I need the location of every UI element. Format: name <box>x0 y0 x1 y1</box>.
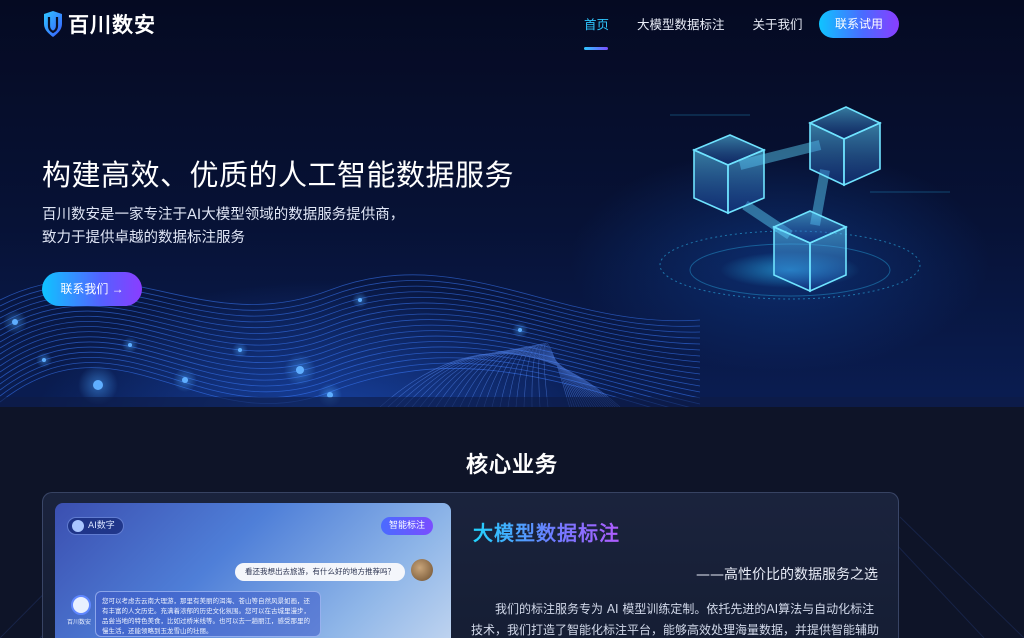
user-avatar <box>411 559 433 581</box>
glow-halo <box>284 354 316 386</box>
glow-halo <box>122 337 138 353</box>
section-title: 核心业务 <box>465 453 558 478</box>
ai-chat-preview-image: AI数字 智能标注 看还我想出去旅游，有什么好的地方推荐吗？ 百川数安 您可以考… <box>55 503 451 638</box>
glow-halo <box>3 310 27 334</box>
contact-us-button[interactable]: 联系我们 → <box>42 272 142 306</box>
card-title: 大模型数据标注 <box>473 517 620 546</box>
glow-halo <box>232 342 248 358</box>
ai-chat-bubble: 您可以考虑去云南大理游，那里有美丽的洱海、苍山等自然风景如画，还有丰富的人文历史… <box>95 591 321 637</box>
glow-halo <box>173 368 197 392</box>
nav-item-about[interactable]: 关于我们 <box>753 15 803 35</box>
glow-halo <box>352 292 368 308</box>
ai-avatar-label: 百川数安 <box>67 619 92 626</box>
card-slogan: ——高性价比的数据服务之选 <box>696 567 878 583</box>
hero-subtitle-line-2: 致力于提供卓越的数据标注服务 <box>42 230 245 246</box>
data-cubes-illustration <box>659 106 950 300</box>
top-nav: 百川数安 首页 大模型数据标注 关于我们 联系试用 <box>0 0 1024 50</box>
ai-digital-chip: AI数字 <box>67 517 124 535</box>
nav-links: 首页 大模型数据标注 关于我们 <box>584 15 831 35</box>
glow-halo <box>36 352 52 368</box>
ai-avatar <box>71 595 91 615</box>
brand-name: 百川数安 <box>68 13 156 37</box>
active-nav-indicator <box>584 47 608 50</box>
core-business-section: 核心业务 AI数字 智能标注 看还我想出去旅游，有什么好的地方推荐吗？ 百川数安… <box>0 407 1024 638</box>
shield-logo-icon <box>44 11 62 37</box>
hero-subtitle-line-1: 百川数安是一家专注于AI大模型领域的数据服务提供商， <box>42 207 405 223</box>
card-description: 我们的标注服务专为 AI 模型训练定制。依托先进的AI算法与自动化标注技术，我们… <box>471 602 880 637</box>
brand-logo[interactable]: 百川数安 <box>42 11 156 37</box>
smart-annotation-tag: 智能标注 <box>380 517 433 535</box>
hero-title: 构建高效、优质的人工智能数据服务 <box>42 158 515 192</box>
contact-trial-button[interactable]: 联系试用 <box>819 10 899 38</box>
nav-item-home[interactable]: 首页 <box>584 15 609 35</box>
glow-halo <box>512 322 528 338</box>
ai-digital-chip-label: AI数字 <box>88 521 115 531</box>
hero-section: 百川数安 首页 大模型数据标注 关于我们 联系试用 构建高效、优质的人工智能数据… <box>0 0 1024 407</box>
nav-item-llm-annotation[interactable]: 大模型数据标注 <box>637 15 725 35</box>
user-chat-bubble: 看还我想出去旅游，有什么好的地方推荐吗？ <box>235 563 405 581</box>
hero-subtitle: 百川数安是一家专注于AI大模型领域的数据服务提供商， 致力于提供卓越的数据标注服… <box>42 204 404 250</box>
robot-icon <box>72 520 84 532</box>
llm-annotation-card: AI数字 智能标注 看还我想出去旅游，有什么好的地方推荐吗？ 百川数安 您可以考… <box>42 492 899 638</box>
